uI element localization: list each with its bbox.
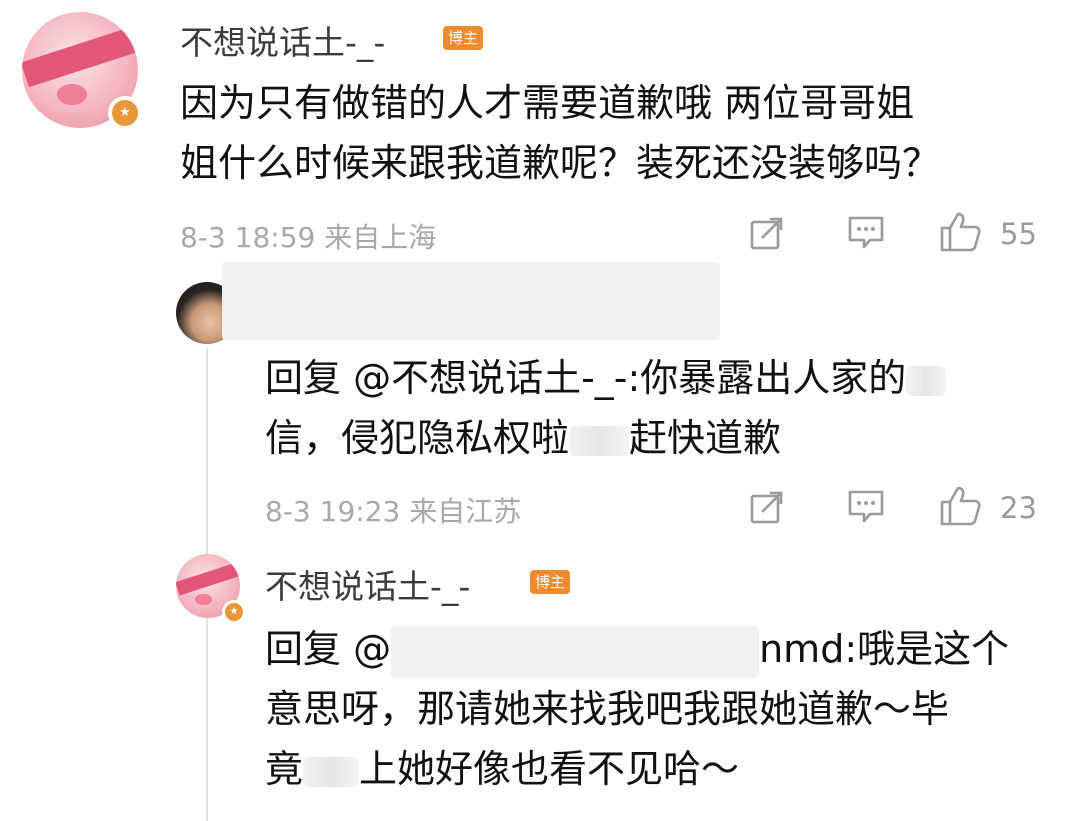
share-icon[interactable] [748, 214, 786, 252]
reply2-text-line1-a: 回复 @ [265, 627, 392, 671]
share-icon[interactable] [748, 488, 786, 526]
thumbs-up-icon[interactable] [938, 210, 982, 254]
reply2-text-line1: 回复 @ nmd:哦是这个 [265, 616, 1009, 682]
reply1-text-line1-content: 回复 @不想说话土-_-:你暴露出人家的 [265, 356, 907, 400]
comment-text-line1: 因为只有做错的人才需要道歉哦 两位哥哥姐 [180, 81, 915, 125]
avatar-band [22, 27, 138, 88]
redacted-text [569, 425, 630, 456]
redacted-username [222, 262, 720, 340]
verified-badge-icon: ★ [222, 600, 246, 624]
verified-badge-icon: ★ [108, 96, 142, 130]
comment-icon[interactable] [846, 214, 886, 252]
reply1-text-line2-b: 赶快道歉 [629, 416, 782, 460]
reply1-text-line2-a: 信，侵犯隐私权啦 [265, 416, 570, 460]
reply1-text-line1: 回复 @不想说话土-_-:你暴露出人家的 [265, 345, 947, 411]
username[interactable]: 不想说话土-_- [265, 560, 470, 608]
author-tag: 博主 [530, 570, 571, 594]
comment-text-line2: 姐什么时候来跟我道歉呢？装死还没装够吗？ [180, 141, 941, 185]
reply2-text-line1-b: nmd:哦是这个 [759, 627, 1010, 671]
redacted-text [303, 756, 360, 787]
thumbs-up-icon[interactable] [938, 484, 982, 528]
reply2-text-line3: 竟 上她好像也看不见哈～ [265, 736, 739, 802]
reply1-text-line2: 信，侵犯隐私权啦 赶快道歉 [265, 405, 781, 471]
redacted-mention [391, 625, 760, 678]
avatar-cheek [195, 593, 212, 606]
reply2-text-line2: 意思呀，那请她来找我吧我跟她道歉～毕 [265, 687, 950, 731]
avatar-band [176, 562, 240, 596]
like-count: 23 [1000, 491, 1037, 525]
comment-icon[interactable] [846, 488, 886, 526]
reply2-text-line3-a: 竟 [265, 747, 304, 791]
username[interactable]: 不想说话土-_- [180, 16, 385, 64]
author-tag: 博主 [443, 26, 484, 50]
like-count: 55 [1000, 217, 1037, 251]
avatar-cheek [56, 83, 87, 105]
redacted-text [906, 365, 947, 396]
reply2-text-line3-b: 上她好像也看不见哈～ [359, 747, 740, 791]
comment-meta: 8-3 18:59 来自上海 [180, 221, 437, 254]
reply1-meta: 8-3 19:23 来自江苏 [265, 495, 522, 528]
